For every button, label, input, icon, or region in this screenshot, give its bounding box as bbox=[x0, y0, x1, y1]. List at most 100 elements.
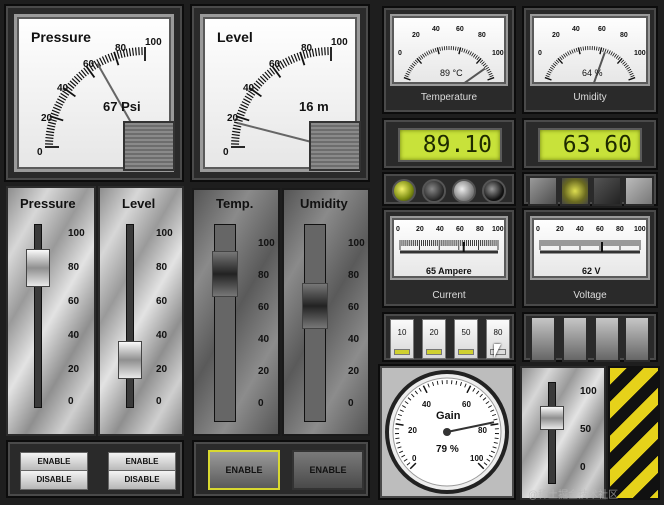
pressure-slider-title: Pressure bbox=[20, 196, 76, 211]
range-button-50[interactable]: 50 bbox=[454, 319, 478, 359]
gauge-tick bbox=[428, 50, 431, 55]
gauge-tick bbox=[407, 68, 412, 72]
gauge-tick bbox=[580, 46, 582, 51]
gauge-tick bbox=[563, 53, 566, 58]
gauge-tick bbox=[314, 48, 318, 57]
umidity-slider-scale-60: 60 bbox=[348, 302, 360, 313]
led-black-icon[interactable] bbox=[482, 179, 506, 203]
gauge-tick bbox=[494, 437, 499, 439]
gauge-tick bbox=[232, 127, 241, 131]
gain-gauge-frame: Gain 79 % 0 20 40 60 80 100 bbox=[378, 364, 516, 500]
umid-meter-scale-80: 80 bbox=[620, 32, 628, 39]
disable-button-2[interactable]: DISABLE bbox=[108, 470, 176, 490]
gauge-tick bbox=[231, 133, 240, 137]
temp-meter-scale-0: 0 bbox=[398, 50, 402, 57]
gauge-tick bbox=[296, 52, 301, 61]
square-button-4[interactable] bbox=[624, 176, 654, 206]
gauge-tick bbox=[232, 130, 241, 134]
range-button-10[interactable]: 10 bbox=[390, 319, 414, 359]
gauge-tick bbox=[422, 53, 425, 58]
lcd-right-frame: 63.60 bbox=[522, 118, 658, 170]
pressure-gauge-hub-panel bbox=[123, 121, 175, 171]
gain-gauge-title: Gain bbox=[436, 410, 461, 422]
gain-scale-60: 60 bbox=[462, 400, 471, 409]
temp-slider-knob[interactable] bbox=[212, 250, 238, 297]
gauge-tick bbox=[567, 51, 570, 56]
umidity-slider-title: Umidity bbox=[300, 196, 348, 211]
voltage-caption: Voltage bbox=[573, 290, 607, 301]
enable-button-1[interactable]: ENABLE bbox=[20, 452, 88, 472]
range-button-10-label: 10 bbox=[397, 328, 407, 337]
gauge-tick bbox=[240, 103, 249, 109]
gain-slider-scale-0: 0 bbox=[580, 462, 586, 473]
enable-button-2[interactable]: ENABLE bbox=[108, 452, 176, 472]
voltage-scale-100: 100 bbox=[634, 226, 646, 233]
temp-slider-scale-80: 80 bbox=[258, 270, 270, 281]
watermark-text: @稀土掘金技术社区 bbox=[528, 490, 619, 501]
gauge-tick bbox=[237, 109, 246, 114]
range-button-20[interactable]: 20 bbox=[422, 319, 446, 359]
toggle-panel bbox=[522, 312, 658, 362]
led-green-icon[interactable] bbox=[392, 179, 416, 203]
voltage-scale-0: 0 bbox=[536, 226, 540, 233]
button-row-right bbox=[522, 172, 658, 206]
current-scale-100: 100 bbox=[492, 226, 504, 233]
gauge-tick bbox=[47, 124, 56, 128]
gauge-tick bbox=[287, 56, 293, 65]
level-slider-knob[interactable] bbox=[118, 340, 142, 379]
gauge-tick bbox=[233, 124, 242, 128]
square-button-3[interactable] bbox=[592, 176, 622, 206]
gauge-tick bbox=[439, 46, 441, 51]
gauge-tick bbox=[131, 47, 135, 56]
gauge-tick bbox=[488, 72, 493, 76]
gauge-tick bbox=[403, 76, 411, 81]
pressure-slider-scale-60: 60 bbox=[68, 296, 80, 307]
gauge-tick bbox=[457, 46, 459, 51]
led-gray-icon[interactable] bbox=[452, 179, 476, 203]
led-row-left bbox=[382, 172, 516, 206]
gauge-tick bbox=[545, 75, 550, 78]
level-slider-scale-60: 60 bbox=[156, 296, 168, 307]
gauge-tick bbox=[138, 47, 140, 56]
gauge-tick bbox=[414, 59, 419, 64]
gauge-tick bbox=[101, 56, 107, 65]
enable-button-active[interactable]: ENABLE bbox=[208, 450, 280, 490]
voltage-scale-40: 40 bbox=[576, 226, 584, 233]
gauge-tick bbox=[45, 140, 54, 142]
voltage-meter-frame: 0 20 40 60 80 100 62 V Voltage bbox=[522, 208, 658, 308]
gauge-tick bbox=[99, 57, 104, 66]
enable-button-inactive[interactable]: ENABLE bbox=[292, 450, 364, 490]
gauge-tick bbox=[548, 68, 553, 72]
toggle-switch-4[interactable] bbox=[624, 316, 650, 362]
toggle-switch-3[interactable] bbox=[594, 316, 620, 362]
gauge-tick bbox=[476, 56, 480, 61]
gauge-tick bbox=[482, 63, 487, 67]
gauge-tick bbox=[128, 48, 132, 57]
gauge-tick bbox=[628, 70, 633, 74]
gain-slider-knob[interactable] bbox=[540, 406, 564, 431]
enable-panel-right: ENABLE ENABLE bbox=[192, 440, 370, 498]
pressure-scale-80: 80 bbox=[115, 43, 127, 54]
gauge-tick bbox=[125, 48, 129, 57]
square-button-2[interactable] bbox=[560, 176, 590, 206]
led-dark-icon[interactable] bbox=[422, 179, 446, 203]
pressure-slider-knob[interactable] bbox=[26, 248, 50, 287]
gauge-tick bbox=[436, 47, 440, 55]
gauge-tick bbox=[463, 48, 466, 53]
umidity-slider-knob[interactable] bbox=[302, 282, 328, 329]
gauge-tick bbox=[405, 72, 410, 76]
temp-meter-scale-80: 80 bbox=[478, 32, 486, 39]
gauge-tick bbox=[243, 98, 251, 104]
level-scale-0: 0 bbox=[223, 147, 229, 158]
disable-button-1[interactable]: DISABLE bbox=[20, 470, 88, 490]
temperature-meter-readout: 89 °C bbox=[440, 68, 463, 78]
gauge-tick bbox=[555, 59, 560, 64]
gauge-tick bbox=[311, 48, 315, 57]
current-scale-0: 0 bbox=[396, 226, 400, 233]
gauge-tick bbox=[317, 47, 321, 56]
toggle-switch-2[interactable] bbox=[562, 316, 588, 362]
gauge-tick bbox=[107, 53, 112, 62]
gauge-tick bbox=[57, 98, 65, 104]
toggle-switch-1[interactable] bbox=[530, 316, 556, 362]
square-button-1[interactable] bbox=[528, 176, 558, 206]
